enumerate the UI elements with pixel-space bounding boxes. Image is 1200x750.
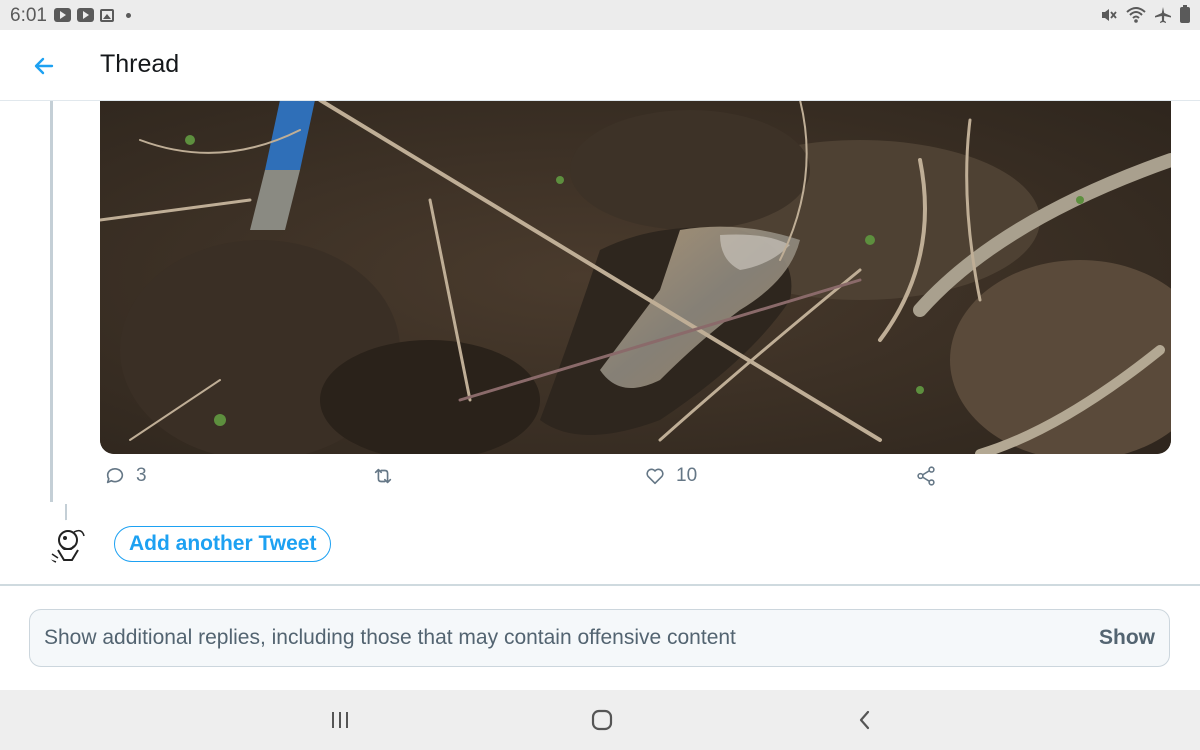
battery-icon [1180, 5, 1190, 23]
youtube-icon [77, 8, 94, 22]
show-button[interactable]: Show [1099, 626, 1155, 650]
reply-button[interactable]: 3 [104, 465, 147, 487]
retweet-button[interactable] [372, 465, 404, 487]
status-bar: 6:01 [0, 0, 1200, 30]
avatar[interactable] [44, 520, 90, 566]
mute-icon [1102, 9, 1117, 21]
home-button[interactable] [582, 702, 622, 738]
thread-connector [50, 100, 53, 502]
retweet-icon [374, 468, 392, 484]
airplane-icon [1155, 7, 1171, 23]
page-title: Thread [100, 50, 180, 78]
notification-dot-icon [126, 12, 131, 18]
app-header: Thread [0, 30, 1200, 101]
like-count: 10 [676, 465, 698, 486]
back-button[interactable] [22, 46, 66, 86]
reply-count: 3 [136, 465, 147, 486]
tweet-actions: 3 10 [100, 465, 960, 497]
reply-icon [106, 467, 124, 484]
add-another-tweet-button[interactable]: Add another Tweet [114, 526, 332, 562]
gallery-icon [100, 8, 114, 22]
youtube-icon [54, 8, 71, 22]
status-time: 6:01 [10, 5, 47, 26]
recent-apps-icon [332, 712, 348, 728]
recent-apps-button[interactable] [320, 702, 360, 738]
divider [0, 584, 1200, 586]
share-button[interactable] [915, 465, 937, 487]
arrow-left-icon [34, 57, 54, 75]
system-nav-bar [0, 690, 1200, 750]
additional-replies-banner: Show additional replies, including those… [29, 609, 1170, 667]
like-button[interactable]: 10 [644, 465, 697, 487]
additional-replies-text: Show additional replies, including those… [44, 626, 736, 649]
tweet-photo[interactable] [100, 100, 1171, 454]
like-icon [646, 468, 664, 485]
wifi-icon [1126, 7, 1146, 23]
home-icon [591, 709, 613, 731]
back-icon [859, 710, 870, 730]
share-icon [917, 466, 935, 486]
system-back-button[interactable] [845, 702, 885, 738]
